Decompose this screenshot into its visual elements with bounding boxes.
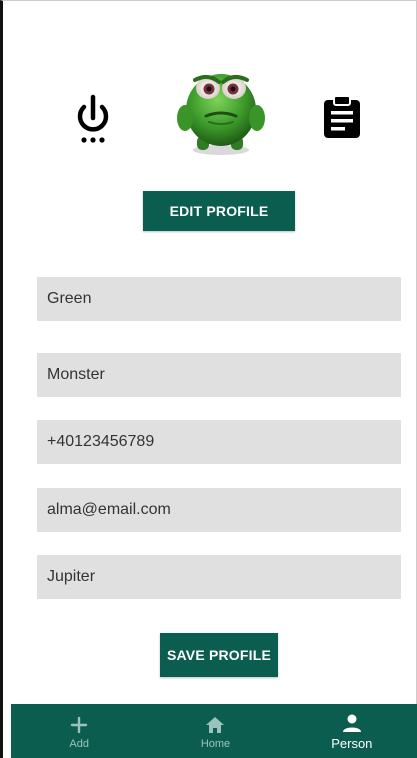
phone-field[interactable]: +40123456789 [37,420,401,464]
power-button[interactable] [71,93,115,149]
save-profile-button[interactable]: SAVE PROFILE [160,633,278,677]
person-icon [342,714,361,732]
profile-header [3,56,416,166]
nav-item-add[interactable]: Add [11,704,147,758]
nav-label-home: Home [200,737,231,750]
profile-screen: EDIT PROFILE Green Monster +40123456789 … [0,0,417,758]
planet-field[interactable]: Jupiter [37,555,401,599]
avatar [173,56,269,158]
nav-label-add: Add [69,737,89,750]
bottom-navigation: Add Home Person [11,704,417,758]
clipboard-icon [324,95,360,138]
home-icon [206,716,225,733]
nav-label-person: Person [331,736,373,751]
edit-profile-button[interactable]: EDIT PROFILE [143,191,295,231]
first-name-field[interactable]: Green [37,277,401,321]
monster-avatar-icon [177,74,265,155]
clipboard-button[interactable] [319,94,365,140]
power-icon [77,94,109,143]
nav-item-person[interactable]: Person [284,704,417,758]
plus-icon [70,716,88,733]
last-name-field[interactable]: Monster [37,353,401,397]
nav-item-home[interactable]: Home [147,704,283,758]
email-field[interactable]: alma@email.com [37,488,401,532]
